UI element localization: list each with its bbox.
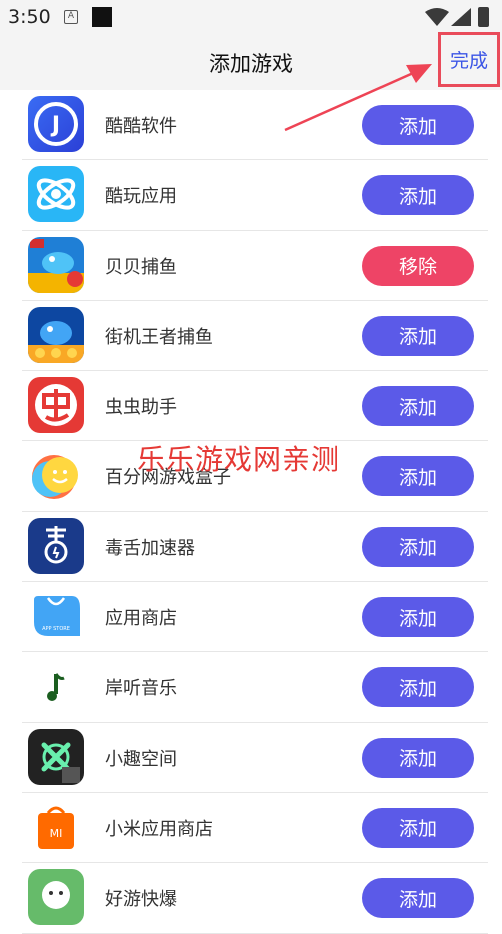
app-name: 虫虫助手 xyxy=(105,397,177,419)
jieji-fish-icon xyxy=(28,306,84,363)
app-name: 小趣空间 xyxy=(105,748,177,770)
kuku-j-icon: J xyxy=(28,96,84,152)
mi-store-icon: MI xyxy=(28,798,84,855)
battery-icon xyxy=(478,7,489,27)
add-button[interactable]: 添加 xyxy=(362,175,474,216)
watermark-text: 乐乐游戏网亲测 xyxy=(137,443,341,476)
wifi-icon xyxy=(425,8,449,26)
app-name: 街机王者捕鱼 xyxy=(105,326,213,348)
add-button[interactable]: 添加 xyxy=(362,597,474,638)
add-button[interactable]: 添加 xyxy=(362,878,474,919)
beibei-fish-icon xyxy=(28,236,84,293)
remove-button[interactable]: 移除 xyxy=(362,245,474,286)
app-row: 小趣空间 添加 xyxy=(22,723,488,793)
app-name: 毒舌加速器 xyxy=(105,537,195,559)
app-store-bag-icon: APP STORE xyxy=(28,588,84,645)
add-button[interactable]: 添加 xyxy=(362,526,474,567)
app-row: J 酷酷软件 添加 xyxy=(22,90,488,161)
add-button[interactable]: 添加 xyxy=(362,667,474,708)
add-button[interactable]: 添加 xyxy=(362,386,474,427)
app-row: MI 小米应用商店 添加 xyxy=(22,793,488,864)
app-row: 毒舌加速器 添加 xyxy=(22,512,488,583)
baifen-smile-icon xyxy=(28,447,84,504)
app-name: 酷酷软件 xyxy=(105,116,177,137)
app-row: 街机王者捕鱼 添加 xyxy=(22,301,488,372)
svg-text:APP STORE: APP STORE xyxy=(42,626,70,632)
done-button[interactable]: 完成 xyxy=(438,32,500,87)
app-name: 贝贝捕鱼 xyxy=(105,256,177,278)
a-notification-icon: A xyxy=(64,10,78,24)
app-name: 酷玩应用 xyxy=(105,186,177,208)
app-list: J 酷酷软件 添加 酷玩应用 添加 贝贝捕鱼 移除 街机王者捕鱼 添加 虫虫助手 添加 百分网游戏盒子… xyxy=(0,90,502,934)
app-name: 好游快爆 xyxy=(105,889,177,911)
app-row: 贝贝捕鱼 移除 xyxy=(22,231,488,301)
chongchong-icon xyxy=(28,377,84,434)
dushe-icon xyxy=(28,517,84,574)
svg-text:J: J xyxy=(50,113,60,138)
app-name: 小米应用商店 xyxy=(105,818,213,840)
app-name: 岸听音乐 xyxy=(105,678,177,700)
app-row: 好游快爆 添加 xyxy=(22,863,488,934)
haoyou-icon xyxy=(28,869,84,926)
add-button[interactable]: 添加 xyxy=(362,456,474,497)
music-note-icon xyxy=(28,658,84,715)
add-button[interactable]: 添加 xyxy=(362,807,474,848)
svg-text:MI: MI xyxy=(50,827,63,840)
add-button[interactable]: 添加 xyxy=(362,105,474,145)
add-button[interactable]: 添加 xyxy=(362,737,474,778)
app-row: APP STORE 应用商店 添加 xyxy=(22,582,488,653)
app-row: 岸听音乐 添加 xyxy=(22,652,488,723)
notification-square-icon xyxy=(92,7,112,27)
app-name: 应用商店 xyxy=(105,608,177,630)
signal-icon xyxy=(451,8,471,26)
add-button[interactable]: 添加 xyxy=(362,315,474,356)
status-bar: 3:50 A xyxy=(0,0,502,34)
kuwan-atom-icon xyxy=(28,166,84,223)
app-row: 酷玩应用 添加 xyxy=(22,160,488,231)
xiaoqu-x-icon xyxy=(28,728,84,785)
app-row: 虫虫助手 添加 xyxy=(22,371,488,442)
status-time: 3:50 xyxy=(8,6,51,28)
